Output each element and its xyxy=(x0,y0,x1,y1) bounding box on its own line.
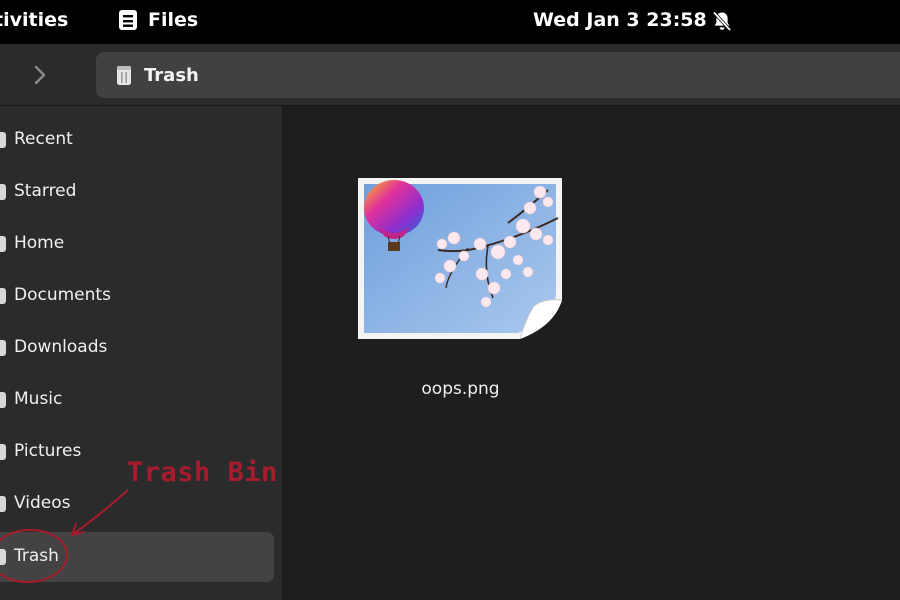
home-icon xyxy=(0,236,6,252)
top-bar: tivities Files Wed Jan 3 23:58 xyxy=(0,0,900,44)
sidebar-item-label: Downloads xyxy=(14,337,108,357)
sidebar-item-label: Music xyxy=(14,389,63,409)
path-bar[interactable]: Trash xyxy=(96,52,900,98)
activities-button[interactable]: tivities xyxy=(0,9,68,31)
sidebar-item-label: Trash xyxy=(14,546,59,566)
file-item[interactable]: oops.png xyxy=(358,178,563,408)
file-name: oops.png xyxy=(421,379,500,399)
bell-off-icon[interactable] xyxy=(711,10,733,32)
sidebar-item-label: Documents xyxy=(14,285,111,305)
app-name: Files xyxy=(148,9,199,31)
sidebar-item-starred[interactable]: Starred xyxy=(0,167,274,217)
sidebar-item-music[interactable]: Music xyxy=(0,375,274,425)
sidebar-item-downloads[interactable]: Downloads xyxy=(0,323,274,373)
path-label: Trash xyxy=(144,65,199,86)
music-icon xyxy=(0,392,6,408)
download-icon xyxy=(0,340,6,356)
chevron-right-icon[interactable] xyxy=(28,62,52,88)
sidebar-item-videos[interactable]: Videos xyxy=(0,479,274,529)
header-bar: Trash xyxy=(0,44,900,106)
sidebar-item-home[interactable]: Home xyxy=(0,219,274,269)
trash-icon xyxy=(0,549,6,565)
video-icon xyxy=(0,496,6,512)
sidebar-item-label: Starred xyxy=(14,181,77,201)
sidebar-item-recent[interactable]: Recent xyxy=(0,115,274,165)
sidebar-item-label: Recent xyxy=(14,129,73,149)
clock[interactable]: Wed Jan 3 23:58 xyxy=(533,9,707,31)
clock-icon xyxy=(0,132,6,148)
image-thumbnail xyxy=(358,178,563,340)
sidebar-item-trash[interactable]: Trash xyxy=(0,532,274,582)
sidebar-item-label: Videos xyxy=(14,493,71,513)
file-view[interactable]: oops.png xyxy=(284,106,900,600)
sidebar-item-documents[interactable]: Documents xyxy=(0,271,274,321)
files-app-icon xyxy=(119,10,137,30)
app-menu[interactable]: Files xyxy=(118,9,198,31)
trash-icon xyxy=(117,66,131,85)
files-window: tivities Files Wed Jan 3 23:58 Trash Rec… xyxy=(0,0,900,600)
picture-icon xyxy=(0,444,6,460)
document-icon xyxy=(0,288,6,304)
sidebar-item-label: Home xyxy=(14,233,65,253)
sidebar-item-pictures[interactable]: Pictures xyxy=(0,427,274,477)
star-icon xyxy=(0,184,6,200)
sidebar: Recent Starred Home Documents Downloads … xyxy=(0,106,283,600)
sidebar-item-label: Pictures xyxy=(14,441,82,461)
